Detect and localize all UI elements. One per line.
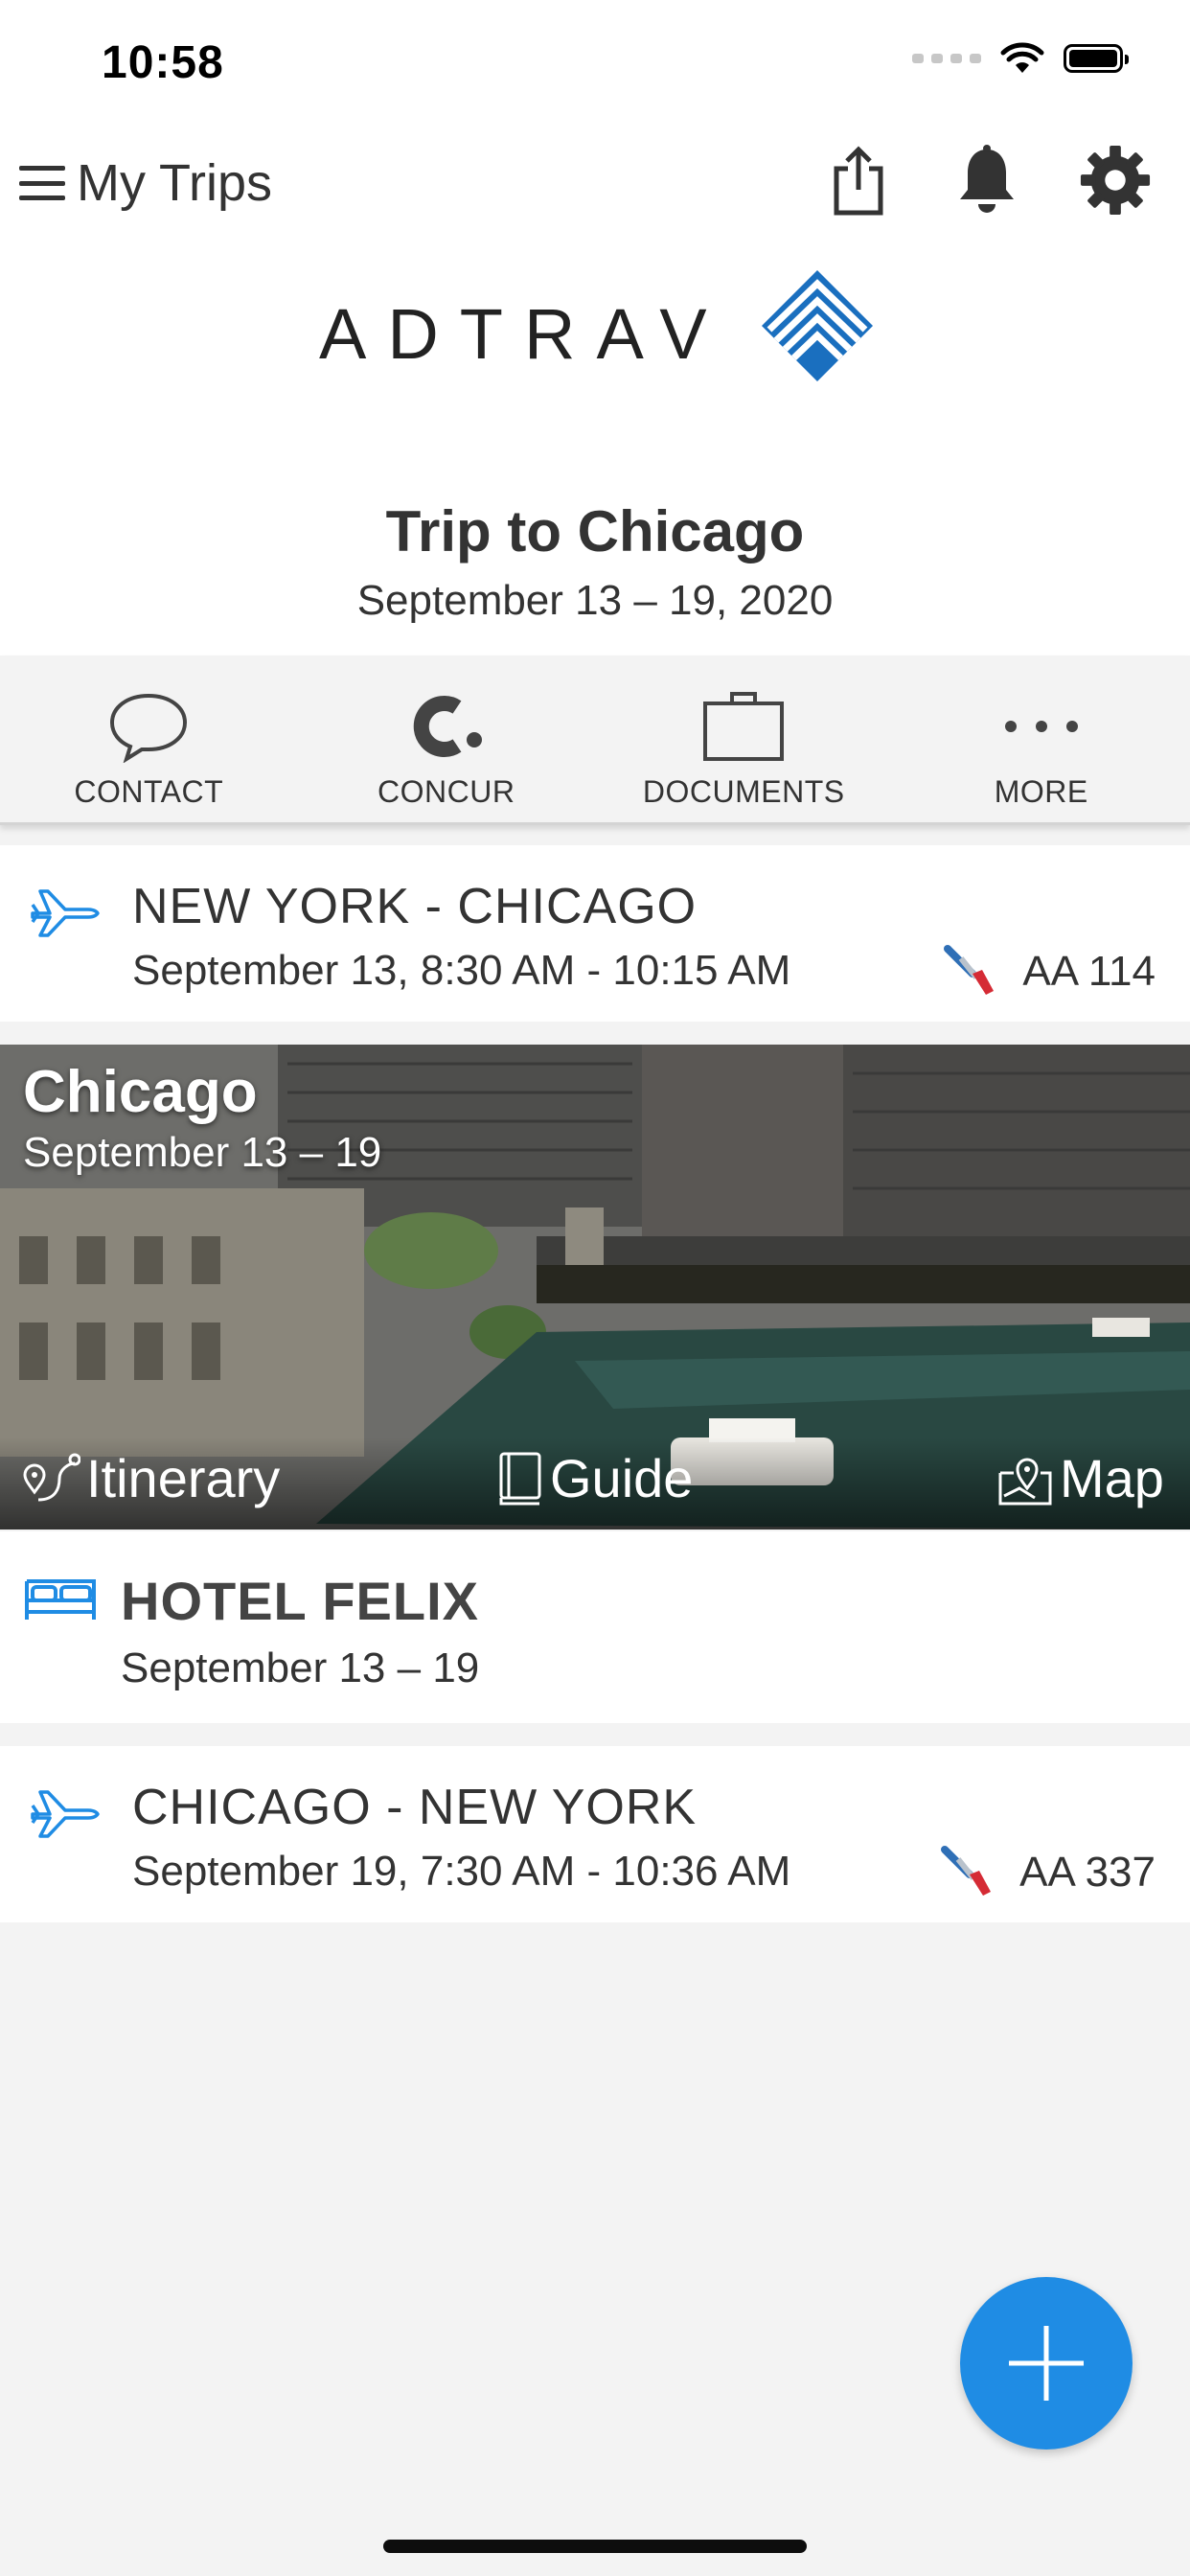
my-trips-menu-button[interactable]: My Trips: [19, 153, 272, 213]
airline-info: AA 337: [941, 1846, 1156, 1899]
flight-card-return[interactable]: CHICAGO - NEW YORK September 19, 7:30 AM…: [0, 1746, 1190, 1922]
flight-route: CHICAGO - NEW YORK: [132, 1780, 698, 1835]
adtrav-logo: ADTRAV: [319, 270, 884, 383]
hamburger-icon: [19, 166, 65, 200]
settings-button[interactable]: [1079, 142, 1152, 218]
gear-icon: [1080, 145, 1151, 216]
flight-number: AA 337: [1019, 1849, 1156, 1896]
briefcase-icon: [703, 692, 785, 761]
nav-title: My Trips: [77, 154, 273, 212]
flight-time: September 13, 8:30 AM - 10:15 AM: [132, 947, 791, 994]
concur-icon: [413, 696, 482, 757]
hotel-card[interactable]: HOTEL FELIX September 13 – 19: [0, 1531, 1190, 1723]
concur-label: CONCUR: [378, 774, 515, 809]
plane-icon: [31, 889, 100, 937]
signal-icon: [912, 54, 981, 63]
flight-time: September 19, 7:30 AM - 10:36 AM: [132, 1848, 791, 1895]
more-dots-icon: [1004, 721, 1078, 732]
wifi-icon: [1000, 42, 1044, 73]
status-indicators: [912, 42, 1129, 75]
plus-icon: [1009, 2326, 1084, 2401]
american-airlines-icon: [944, 945, 995, 995]
contact-button[interactable]: CONTACT: [0, 656, 298, 822]
home-indicator[interactable]: [383, 2540, 807, 2553]
notifications-button[interactable]: [950, 142, 1023, 218]
trip-action-bar: CONTACT CONCUR DOCUMENTS MORE: [0, 656, 1190, 825]
map-link[interactable]: Map: [996, 1447, 1164, 1509]
battery-icon: [1064, 44, 1129, 73]
airline-info: AA 114: [944, 945, 1156, 999]
chat-bubble-icon: [110, 693, 188, 763]
chevron-logo-icon: [762, 270, 873, 381]
more-button[interactable]: MORE: [893, 656, 1190, 822]
trip-title: Trip to Chicago: [385, 499, 805, 564]
documents-label: DOCUMENTS: [642, 774, 845, 809]
concur-button[interactable]: CONCUR: [298, 656, 596, 822]
trip-dates: September 13 – 19, 2020: [356, 577, 834, 624]
bell-icon: [960, 145, 1014, 213]
city-name: Chicago: [23, 1059, 258, 1125]
map-label: Map: [1060, 1448, 1164, 1508]
more-label: MORE: [994, 774, 1088, 809]
hotel-name: HOTEL FELIX: [121, 1571, 479, 1631]
city-dates: September 13 – 19: [23, 1129, 382, 1176]
documents-button[interactable]: DOCUMENTS: [595, 656, 893, 822]
flight-number: AA 114: [1022, 948, 1156, 995]
route-pin-icon: [23, 1453, 80, 1501]
share-button[interactable]: [822, 142, 895, 218]
logo-text: ADTRAV: [319, 294, 728, 374]
guide-label: Guide: [550, 1448, 694, 1508]
status-time: 10:58: [102, 37, 224, 88]
map-pin-icon: [998, 1458, 1052, 1505]
nav-actions: [822, 142, 1152, 218]
itinerary-link[interactable]: Itinerary: [21, 1447, 280, 1509]
contact-label: CONTACT: [74, 774, 224, 809]
guide-link[interactable]: Guide: [496, 1447, 693, 1509]
share-icon: [834, 146, 883, 216]
american-airlines-icon: [941, 1846, 992, 1896]
city-banner-chicago[interactable]: Chicago September 13 – 19 Itinerary Guid…: [0, 1045, 1190, 1530]
city-links: Itinerary Guide Map: [0, 1438, 1190, 1530]
flight-card-outbound[interactable]: NEW YORK - CHICAGO September 13, 8:30 AM…: [0, 845, 1190, 1022]
flight-route: NEW YORK - CHICAGO: [132, 879, 698, 934]
itinerary-label: Itinerary: [86, 1448, 281, 1508]
book-icon: [499, 1452, 541, 1505]
plane-icon: [31, 1790, 100, 1838]
hotel-dates: September 13 – 19: [121, 1644, 480, 1691]
bed-icon: [25, 1579, 96, 1620]
add-segment-button[interactable]: [960, 2277, 1133, 2450]
